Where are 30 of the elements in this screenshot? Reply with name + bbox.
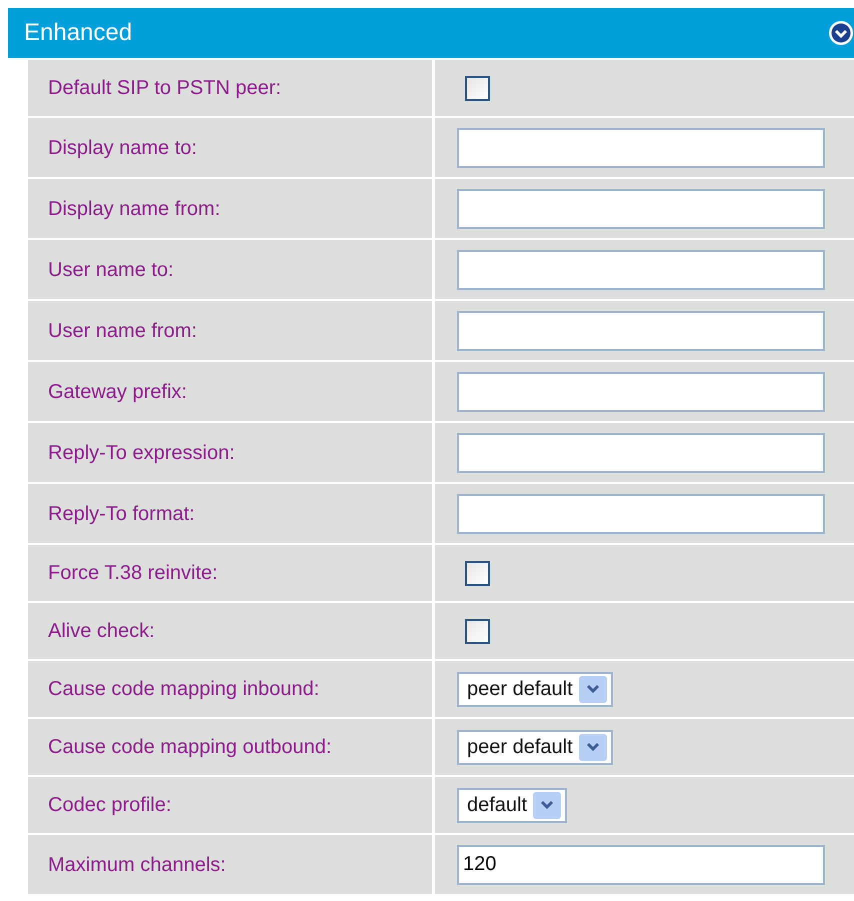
field-label: Maximum channels: <box>28 835 432 894</box>
section-title: Enhanced <box>24 18 132 48</box>
input-field[interactable] <box>457 432 825 472</box>
field-label: User name from: <box>28 301 432 360</box>
field-label: Display name to: <box>28 118 432 177</box>
field-label: User name to: <box>28 240 432 299</box>
input-field[interactable] <box>457 372 825 412</box>
field-label: Cause code mapping inbound: <box>28 661 432 717</box>
dropdown[interactable]: peer default <box>457 730 613 764</box>
checkbox[interactable] <box>465 76 490 100</box>
input-field[interactable] <box>457 128 825 168</box>
field-label: Codec profile: <box>28 777 432 833</box>
input-field[interactable] <box>457 250 825 290</box>
dropdown[interactable]: peer default <box>457 672 613 706</box>
input-field[interactable] <box>457 188 825 228</box>
field-label: Reply-To expression: <box>28 423 432 482</box>
field-label: Default SIP to PSTN peer: <box>28 60 432 116</box>
checkbox[interactable] <box>465 560 490 586</box>
field-label: Force T.38 reinvite: <box>28 545 432 601</box>
field-label: Reply-To format: <box>28 484 432 543</box>
field-label: Alive check: <box>28 603 432 659</box>
input-field[interactable]: 120 <box>457 844 825 884</box>
field-label: Cause code mapping outbound: <box>28 719 432 775</box>
checkbox[interactable] <box>465 618 490 644</box>
dropdown[interactable]: default <box>457 788 568 822</box>
collapse-toggle-icon[interactable] <box>828 20 854 46</box>
field-label: Display name from: <box>28 179 432 238</box>
field-label: Gateway prefix: <box>28 362 432 421</box>
input-field[interactable] <box>457 494 825 534</box>
input-field[interactable] <box>457 310 825 350</box>
